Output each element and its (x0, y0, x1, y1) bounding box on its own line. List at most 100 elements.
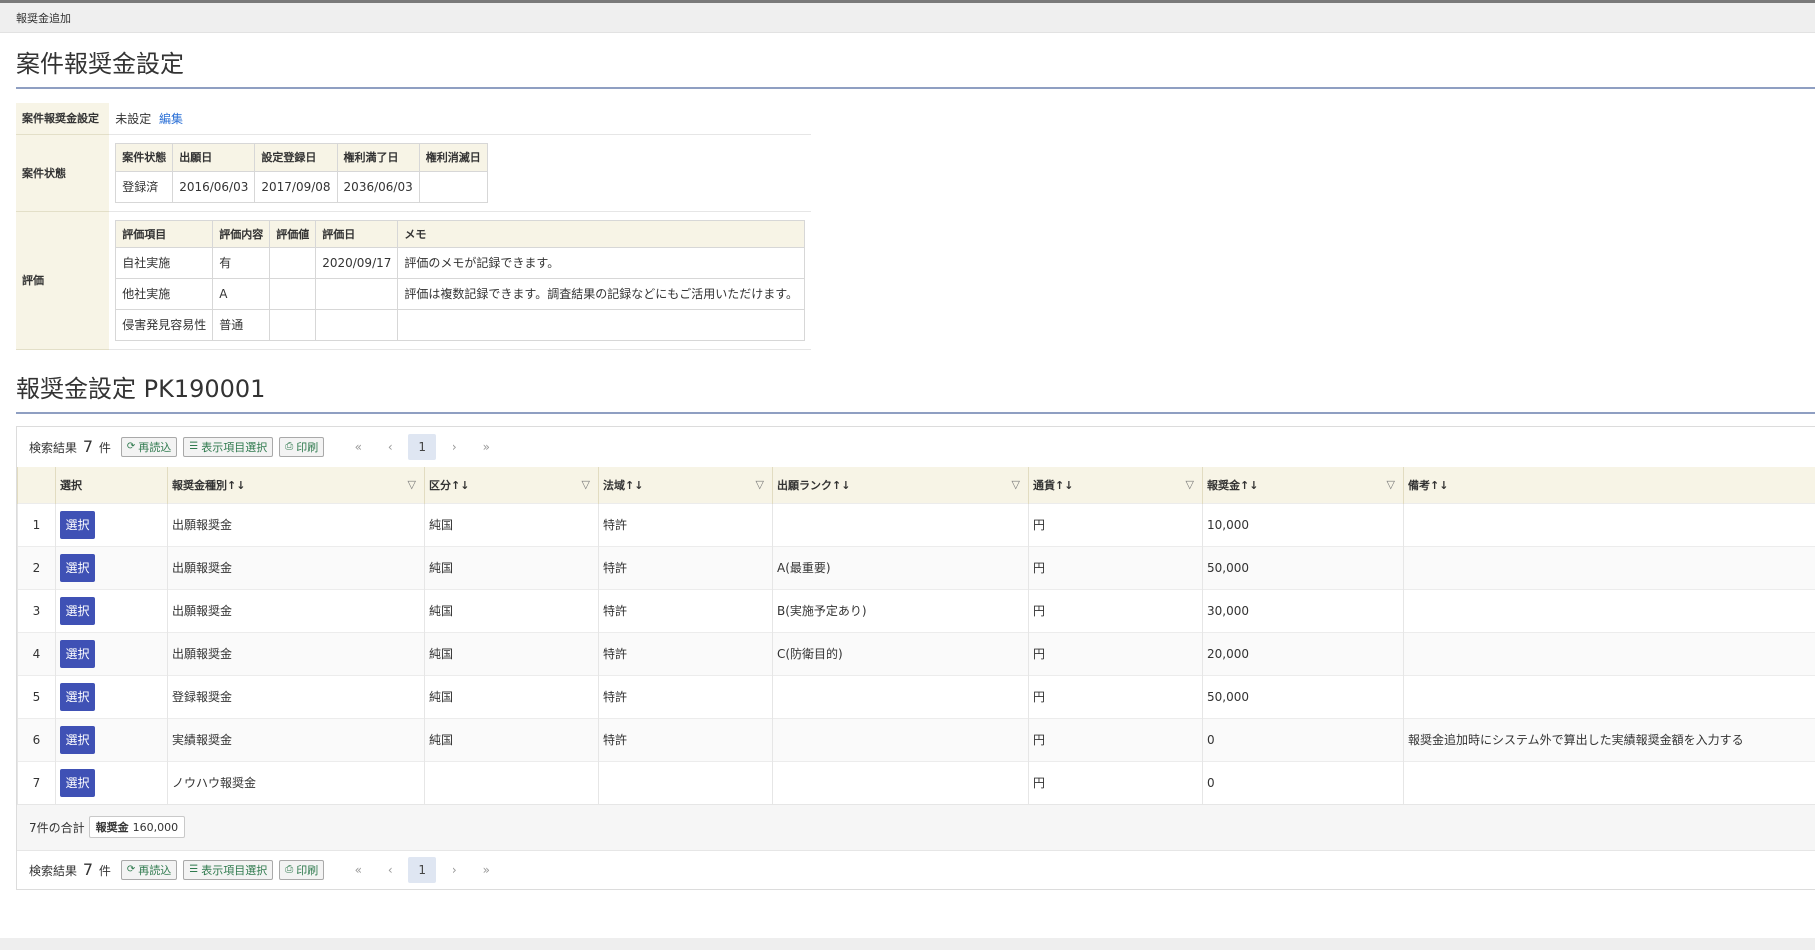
cell-type: 実績報奨金 (167, 717, 425, 761)
cell-rank (772, 674, 1029, 718)
pager-next[interactable]: › (438, 440, 470, 454)
row-number: 2 (17, 545, 56, 589)
eval-cell: 他社実施 (115, 277, 214, 310)
column-select-button[interactable]: ☰ 表示項目選択 (183, 436, 274, 457)
cell-law: 特許 (598, 502, 773, 546)
select-button[interactable]: 選択 (60, 639, 95, 668)
eval-cell (269, 246, 317, 279)
cell-rank (772, 760, 1029, 804)
col-note[interactable]: 備考↑↓ (1403, 466, 1815, 503)
pager-prev[interactable]: ‹ (374, 440, 406, 454)
result-toolbar-top: 検索結果 7 件 ⟳ 再読込 ☰ 表示項目選択 ⎙ 印刷 « ‹ 1 › » (17, 427, 1815, 467)
cell-note: 報奨金追加時にシステム外で算出した実績報奨金額を入力する (1403, 717, 1815, 761)
eval-table: 評価項目 評価内容 評価値 評価日 メモ 自社実施有 2020/09/17 評価のメモが記録… (115, 219, 805, 341)
pager-last[interactable]: » (470, 863, 502, 877)
cell-note (1403, 674, 1815, 718)
pager-first[interactable]: « (342, 863, 374, 877)
row-select-cell: 選択 (55, 760, 168, 804)
setting-value: 未設定 (115, 111, 152, 126)
footer-bar (0, 938, 1815, 950)
select-button[interactable]: 選択 (60, 553, 95, 582)
cell-type: 出願報奨金 (167, 631, 425, 675)
col-type[interactable]: 報奨金種別↑↓ ▽ (167, 466, 425, 503)
eval-cell: 評価は複数記録できます。調査結果の記録などにもご活用いただけます。 (397, 277, 805, 310)
eval-cell: 2020/09/17 (315, 246, 399, 279)
cell-law: 特許 (598, 674, 773, 718)
cell-division: 純国 (424, 674, 599, 718)
select-button[interactable]: 選択 (60, 768, 95, 797)
cell-amount: 0 (1202, 760, 1404, 804)
edit-link[interactable]: 編集 (159, 112, 183, 126)
reload-button[interactable]: ⟳ 再読込 (120, 859, 178, 880)
select-button[interactable]: 選択 (60, 596, 95, 625)
print-button[interactable]: ⎙ 印刷 (279, 436, 325, 457)
col-no (17, 466, 56, 503)
eval-label: 評価 (16, 211, 110, 350)
col-currency[interactable]: 通貨↑↓ ▽ (1028, 466, 1203, 503)
status-header-cell: 権利消滅日 (418, 142, 488, 172)
tab-reward-add[interactable]: 報奨金追加 (16, 10, 71, 26)
row-select-cell: 選択 (55, 674, 168, 718)
cell-currency: 円 (1028, 760, 1203, 804)
cell-amount: 20,000 (1202, 631, 1404, 675)
reload-label: 再読込 (138, 440, 172, 454)
filter-icon[interactable]: ▽ (582, 478, 590, 491)
col-law[interactable]: 法域↑↓ ▽ (598, 466, 773, 503)
eval-cell: 評価項目 評価内容 評価値 評価日 メモ 自社実施有 2020/09/17 評価のメモが記録… (109, 211, 811, 350)
filter-icon[interactable]: ▽ (408, 478, 416, 491)
eval-cell: 評価のメモが記録できます。 (397, 246, 805, 279)
setting-label: 案件報奨金設定 (16, 103, 110, 135)
col-amount-label: 報奨金↑↓ (1207, 478, 1259, 492)
eval-cell (397, 308, 805, 341)
cell-note (1403, 760, 1815, 804)
pager-page[interactable]: 1 (408, 433, 437, 460)
cell-rank (772, 502, 1029, 546)
table-row: 4 選択 出願報奨金 純国 特許 C(防衛目的) 円 20,000 (17, 631, 1815, 675)
col-type-label: 報奨金種別↑↓ (172, 478, 246, 492)
column-select-button[interactable]: ☰ 表示項目選択 (183, 859, 274, 880)
eval-cell (315, 308, 399, 341)
cell-law: 特許 (598, 631, 773, 675)
pager-next[interactable]: › (438, 863, 470, 877)
eval-header-cell: 評価日 (315, 219, 399, 248)
select-button[interactable]: 選択 (60, 682, 95, 711)
reload-button[interactable]: ⟳ 再読込 (120, 436, 178, 457)
eval-cell: 有 (212, 246, 271, 279)
row-number: 3 (17, 588, 56, 632)
list-icon: ☰ (189, 864, 199, 875)
eval-cell: 自社実施 (115, 246, 214, 279)
pager-first[interactable]: « (342, 440, 374, 454)
status-value-cell: 2016/06/03 (172, 170, 256, 203)
status-value-cell: 2036/06/03 (336, 170, 420, 203)
print-button[interactable]: ⎙ 印刷 (279, 859, 325, 880)
select-button[interactable]: 選択 (60, 510, 95, 539)
section-divider (16, 411, 1815, 414)
reload-icon: ⟳ (126, 441, 136, 452)
pager-page[interactable]: 1 (408, 856, 437, 883)
reward-table-header: 選択 報奨金種別↑↓ ▽ 区分↑↓ ▽ 法域↑↓ ▽ 出願ランク↑↓ ▽ 通貨↑↓ ▽ 報… (17, 466, 1815, 503)
cell-rank (772, 717, 1029, 761)
eval-cell: A (212, 277, 271, 310)
filter-icon[interactable]: ▽ (1186, 478, 1194, 491)
col-law-label: 法域↑↓ (603, 478, 644, 492)
col-division[interactable]: 区分↑↓ ▽ (424, 466, 599, 503)
col-rank[interactable]: 出願ランク↑↓ ▽ (772, 466, 1029, 503)
eval-header-cell: 評価内容 (212, 219, 271, 248)
filter-icon[interactable]: ▽ (1387, 478, 1395, 491)
table-row: 3 選択 出願報奨金 純国 特許 B(実施予定あり) 円 30,000 (17, 588, 1815, 632)
tab-bar: 報奨金追加 (0, 3, 1815, 33)
pager-top: « ‹ 1 › » (342, 433, 502, 460)
row-select-cell: 選択 (55, 545, 168, 589)
row-number: 6 (17, 717, 56, 761)
pager-last[interactable]: » (470, 440, 502, 454)
col-amount[interactable]: 報奨金↑↓ ▽ (1202, 466, 1404, 503)
printer-icon: ⎙ (285, 864, 294, 875)
eval-cell: 普通 (212, 308, 271, 341)
select-button[interactable]: 選択 (60, 725, 95, 754)
filter-icon[interactable]: ▽ (756, 478, 764, 491)
printer-icon: ⎙ (285, 441, 294, 452)
section-divider (16, 87, 1815, 89)
pager-prev[interactable]: ‹ (374, 863, 406, 877)
cell-type: 出願報奨金 (167, 588, 425, 632)
filter-icon[interactable]: ▽ (1012, 478, 1020, 491)
